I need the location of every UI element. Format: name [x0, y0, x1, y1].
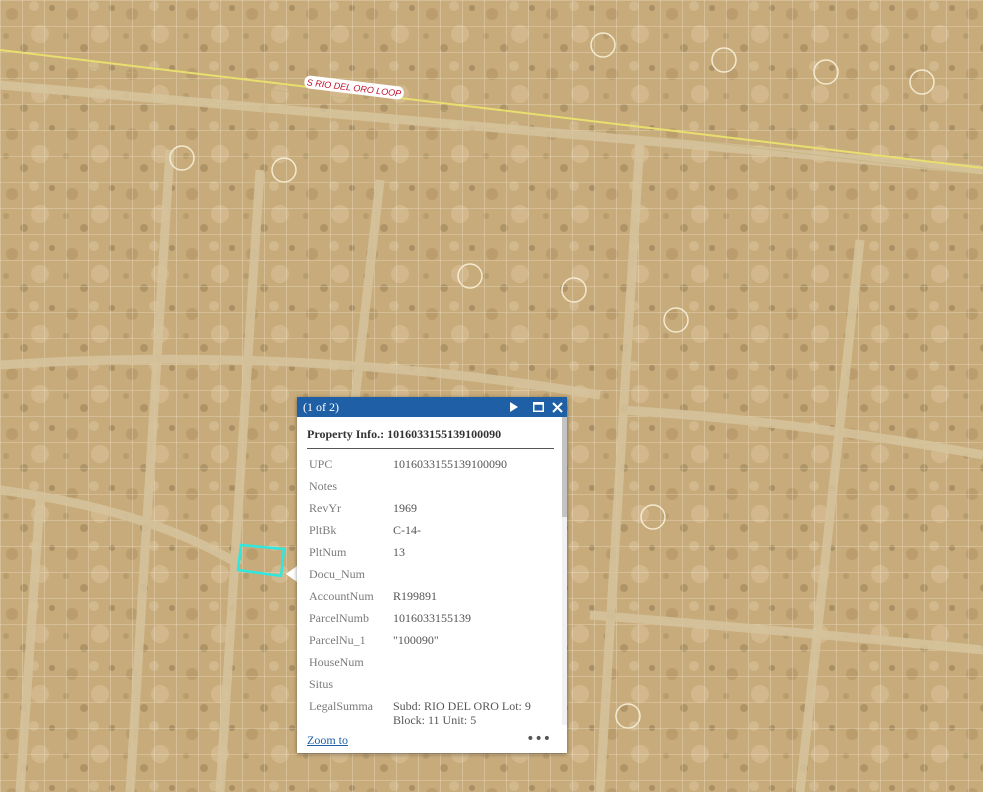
- attribute-key: RevYr: [309, 501, 341, 515]
- close-icon[interactable]: [548, 397, 566, 417]
- attribute-key: Situs: [309, 677, 334, 691]
- attribute-value: R199891: [393, 589, 438, 603]
- attribute-value: 13: [393, 545, 405, 559]
- attribute-key: ParcelNumb: [309, 611, 369, 625]
- popup-footer: Zoom to •••: [297, 727, 567, 753]
- attribute-row: ParcelNumb 1016033155139: [309, 611, 549, 633]
- maximize-icon[interactable]: [529, 397, 547, 417]
- attribute-value: 1016033155139100090: [393, 457, 507, 471]
- attribute-value: 1016033155139: [393, 611, 471, 625]
- scrollbar-thumb[interactable]: [562, 417, 567, 517]
- attribute-key: AccountNum: [309, 589, 374, 603]
- attribute-value: C-14-: [393, 523, 421, 537]
- attribute-value: Subd: RIO DEL ORO Lot: 9 Block: 11 Unit:…: [393, 699, 531, 727]
- popup-header: (1 of 2): [297, 397, 567, 417]
- attribute-key: LegalSumma: [309, 699, 373, 713]
- popup-title: Property Info.: 1016033155139100090: [307, 427, 554, 449]
- popup-pointer: [286, 566, 297, 582]
- attribute-key: ParcelNu_1: [309, 633, 366, 647]
- attribute-table: UPC 1016033155139100090 Notes RevYr 1969 PltB…: [309, 457, 549, 729]
- attribute-row: HouseNum: [309, 655, 549, 677]
- attribute-row: UPC 1016033155139100090: [309, 457, 549, 479]
- attribute-key: UPC: [309, 457, 333, 471]
- attribute-value: 1969: [393, 501, 417, 515]
- info-popup: (1 of 2) Property Info.: 101603315513910…: [297, 397, 567, 753]
- attribute-key: Notes: [309, 479, 337, 493]
- zoom-to-link[interactable]: Zoom to: [307, 733, 348, 748]
- attribute-row: AccountNum R199891: [309, 589, 549, 611]
- attribute-key: HouseNum: [309, 655, 364, 669]
- popup-scrollbar[interactable]: [562, 417, 567, 725]
- attribute-key: Docu_Num: [309, 567, 365, 581]
- attribute-row: Situs: [309, 677, 549, 699]
- play-icon[interactable]: [504, 397, 522, 417]
- attribute-key: PltBk: [309, 523, 337, 537]
- attribute-value: "100090": [393, 633, 439, 647]
- attribute-key: PltNum: [309, 545, 347, 559]
- feature-count: (1 of 2): [303, 400, 339, 414]
- popup-body: Property Info.: 1016033155139100090 UPC 1…: [297, 417, 567, 753]
- attribute-row: PltNum 13: [309, 545, 549, 567]
- attribute-row: RevYr 1969: [309, 501, 549, 523]
- attribute-row: Docu_Num: [309, 567, 549, 589]
- ellipsis-icon[interactable]: •••: [526, 731, 551, 747]
- attribute-row: LegalSumma Subd: RIO DEL ORO Lot: 9 Block…: [309, 699, 549, 729]
- attribute-row: PltBk C-14-: [309, 523, 549, 545]
- attribute-row: Notes: [309, 479, 549, 501]
- attribute-row: ParcelNu_1 "100090": [309, 633, 549, 655]
